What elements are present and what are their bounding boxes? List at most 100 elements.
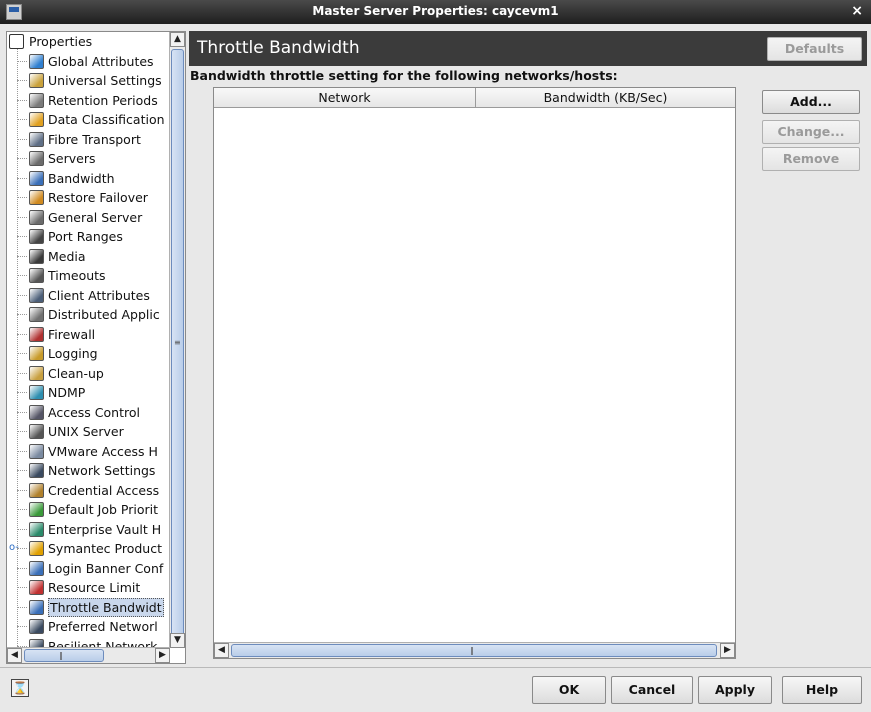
tree-connector — [17, 158, 27, 159]
table-horizontal-scrollbar[interactable]: ◀ ‖ ▶ — [214, 642, 735, 658]
scroll-down-icon[interactable]: ▼ — [170, 633, 185, 648]
tree-connector — [17, 334, 27, 335]
credential-icon — [29, 483, 44, 498]
column-header-bandwidth[interactable]: Bandwidth (KB/Sec) — [476, 88, 735, 108]
cancel-button[interactable]: Cancel — [611, 676, 693, 704]
client-attributes-icon — [29, 288, 44, 303]
properties-tree[interactable]: Properties Global Attributes Universal Se… — [6, 31, 186, 664]
ok-button[interactable]: OK — [532, 676, 606, 704]
data-classification-icon — [29, 112, 44, 127]
restore-failover-icon — [29, 190, 44, 205]
scroll-right-icon[interactable]: ▶ — [720, 643, 735, 658]
tree-horizontal-thumb[interactable]: ‖ — [24, 649, 104, 662]
tree-item-label: Access Control — [48, 405, 140, 420]
apply-button-label: Apply — [714, 682, 755, 697]
change-button[interactable]: Change... — [762, 120, 860, 144]
tree-item-label: Throttle Bandwidt — [48, 598, 164, 617]
tree-connector — [17, 509, 27, 510]
tree-item-label: Client Attributes — [48, 288, 150, 303]
symantec-check-icon — [29, 541, 44, 556]
tree-item-label: Logging — [48, 346, 98, 361]
preferred-network-icon — [29, 619, 44, 634]
tree-connector — [17, 139, 27, 140]
grip-icon: ≡ — [174, 338, 181, 347]
grip-icon: ‖ — [59, 651, 63, 660]
tree-item-label: Enterprise Vault H — [48, 522, 162, 537]
scroll-left-icon[interactable]: ◀ — [7, 648, 22, 663]
tree-vertical-thumb[interactable]: ≡ — [171, 49, 184, 639]
tree-connector — [17, 256, 27, 257]
tree-item-label: Bandwidth — [48, 171, 115, 186]
tree-item-label: General Server — [48, 210, 143, 225]
table-header: Network Bandwidth (KB/Sec) — [214, 88, 735, 108]
tree-item-label: Timeouts — [48, 268, 106, 283]
table-horizontal-thumb[interactable]: ‖ — [231, 644, 717, 657]
apply-button[interactable]: Apply — [698, 676, 772, 704]
tree-item-label: Universal Settings — [48, 73, 162, 88]
tree-item-label: Servers — [48, 151, 96, 166]
retention-icon — [29, 93, 44, 108]
fibre-transport-icon — [29, 132, 44, 147]
tree-connector — [17, 197, 27, 198]
close-icon[interactable]: × — [851, 3, 863, 19]
defaults-button-label: Defaults — [784, 41, 845, 56]
page-title: Throttle Bandwidth — [197, 38, 360, 58]
tree-item-label: UNIX Server — [48, 424, 124, 439]
enterprise-vault-icon — [29, 522, 44, 537]
tree-item-label: Preferred Networl — [48, 619, 158, 634]
cancel-button-label: Cancel — [628, 682, 676, 697]
logging-icon — [29, 346, 44, 361]
tree-horizontal-scrollbar[interactable]: ◀ ‖ ▶ — [7, 647, 170, 663]
tree-item-label: Restore Failover — [48, 190, 148, 205]
remove-button-label: Remove — [782, 151, 840, 166]
tree-connector — [17, 373, 27, 374]
help-button[interactable]: Help — [782, 676, 862, 704]
port-ranges-icon — [29, 229, 44, 244]
servers-icon — [29, 151, 44, 166]
tree-connector — [17, 568, 27, 569]
unix-server-icon — [29, 424, 44, 439]
section-subtitle: Bandwidth throttle setting for the follo… — [190, 68, 618, 83]
ok-button-label: OK — [558, 682, 580, 697]
login-banner-icon — [29, 561, 44, 576]
scroll-left-icon[interactable]: ◀ — [214, 643, 229, 658]
tree-connector — [17, 490, 27, 491]
tree-connector — [17, 412, 27, 413]
tree-connector — [17, 314, 27, 315]
tree-item-label: VMware Access H — [48, 444, 158, 459]
tree-item-label: Fibre Transport — [48, 132, 141, 147]
vmware-icon — [29, 444, 44, 459]
tree-item-label: Default Job Priorit — [48, 502, 158, 517]
tree-connector — [17, 353, 27, 354]
resource-limit-icon — [29, 580, 44, 595]
tree-item-label: Resource Limit — [48, 580, 141, 595]
tree-connector — [17, 295, 27, 296]
window-title: Master Server Properties: caycevm1 — [312, 4, 559, 18]
tree-item-label: Port Ranges — [48, 229, 123, 244]
column-header-network[interactable]: Network — [214, 88, 476, 108]
change-button-label: Change... — [777, 124, 845, 139]
globe-icon — [29, 54, 44, 69]
scroll-right-icon[interactable]: ▶ — [155, 648, 170, 663]
tree-vertical-scrollbar[interactable]: ▲ ≡ ▼ — [169, 32, 185, 648]
tree-connector — [17, 470, 27, 471]
defaults-button[interactable]: Defaults — [767, 37, 862, 61]
tree-connector — [17, 236, 27, 237]
throttle-table[interactable]: Network Bandwidth (KB/Sec) ◀ ‖ ▶ — [213, 87, 736, 659]
tree-connector — [17, 61, 27, 62]
remove-button[interactable]: Remove — [762, 147, 860, 171]
scroll-up-icon[interactable]: ▲ — [170, 32, 185, 47]
footer-separator — [0, 667, 871, 668]
expander-icon[interactable]: o- — [9, 543, 19, 553]
tree-viewport: Properties Global Attributes Universal Se… — [7, 32, 170, 648]
add-button[interactable]: Add... — [762, 90, 860, 114]
tree-item-label: Distributed Applic — [48, 307, 160, 322]
tree-item-label: Symantec Product — [48, 541, 162, 556]
tree-connector — [17, 529, 27, 530]
tree-connector — [17, 451, 27, 452]
add-button-label: Add... — [790, 94, 832, 109]
tree-item-label: Login Banner Conf — [48, 561, 164, 576]
tree-connector — [17, 392, 27, 393]
title-bar: Master Server Properties: caycevm1 × — [0, 0, 871, 24]
tree-root-label: Properties — [29, 34, 93, 49]
